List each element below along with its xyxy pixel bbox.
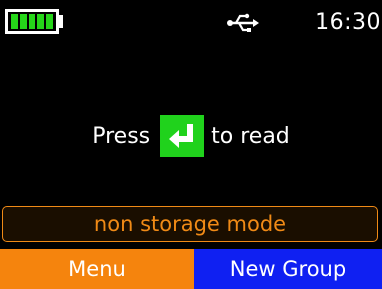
prompt-text-before: Press [92,123,151,149]
device-screen: 16:30 Press to read non storage mode Men… [0,0,382,289]
clock: 16:30 [315,10,381,35]
menu-button[interactable]: Menu [0,249,194,289]
battery-segment [28,14,36,29]
storage-mode-indicator: non storage mode [2,206,378,242]
prompt-text-after: to read [211,123,290,149]
enter-key-icon [160,115,205,157]
battery-terminal [59,15,63,28]
new-group-button[interactable]: New Group [194,249,382,289]
battery-segment [46,14,53,29]
battery-segment [37,14,45,29]
usb-icon [227,13,259,32]
battery-segment [11,14,18,29]
battery-icon [5,9,59,34]
battery-segment [19,14,27,29]
read-prompt: Press to read [0,114,382,158]
